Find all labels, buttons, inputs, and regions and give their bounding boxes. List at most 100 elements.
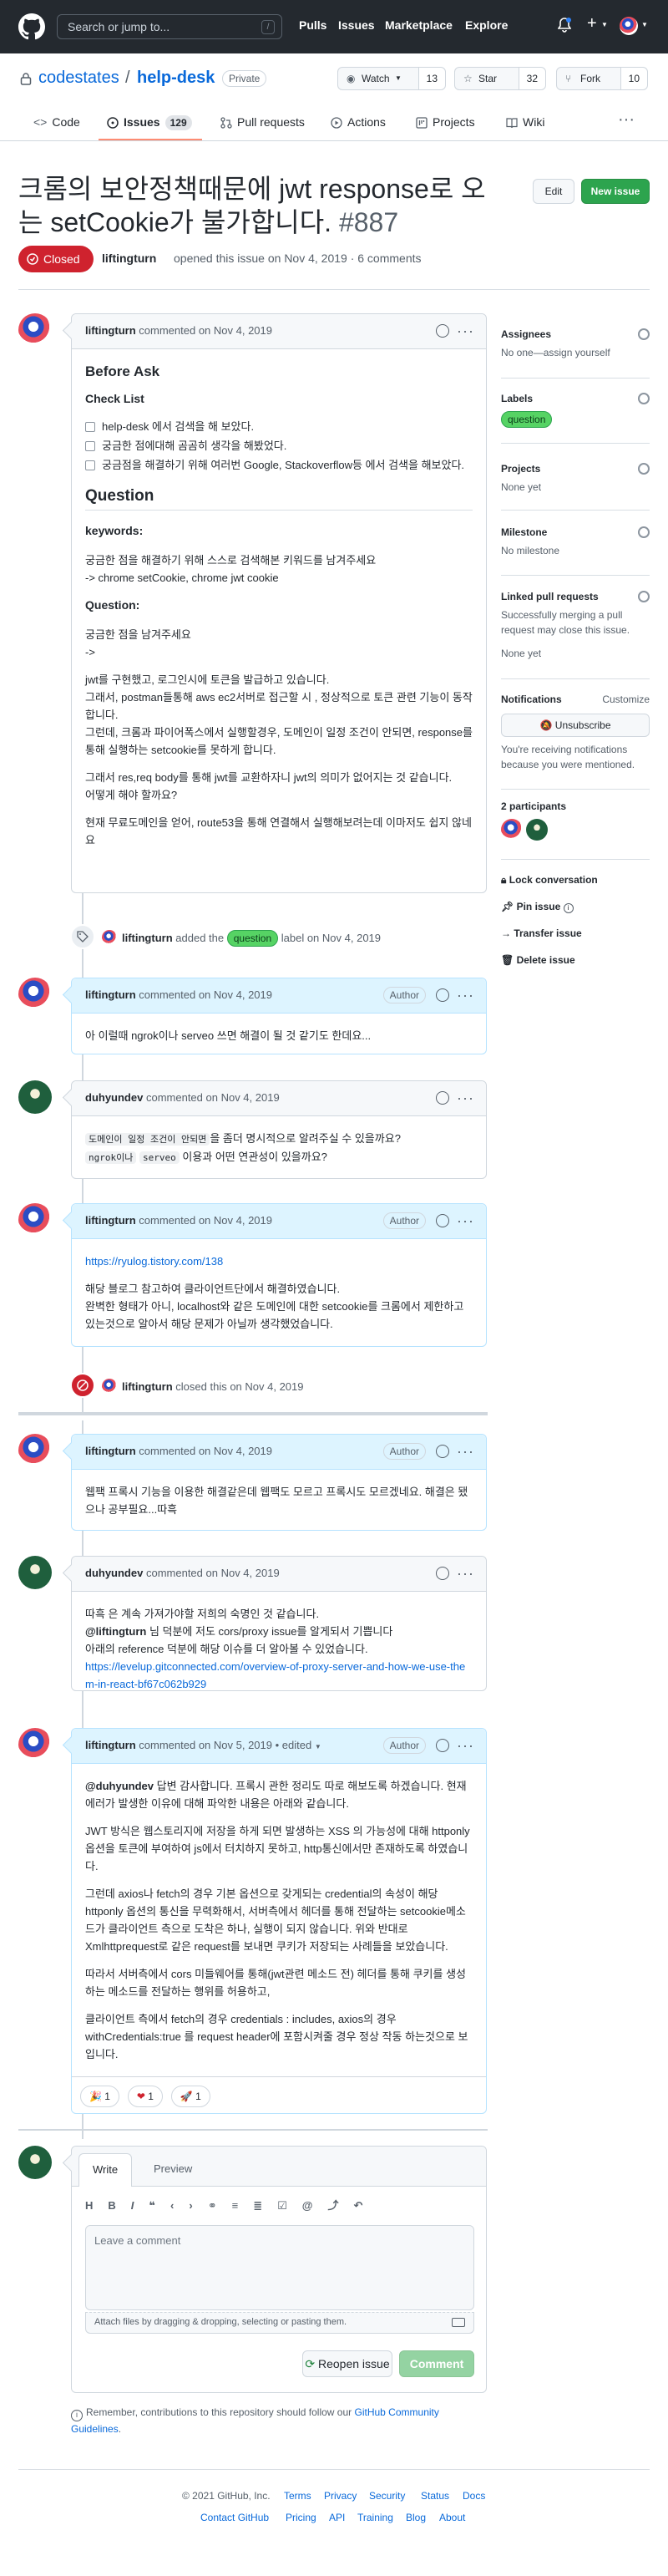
reference-link[interactable]: https://levelup.gitconnected.com/overvie… (85, 1660, 465, 1690)
footer-link-api[interactable]: API (329, 2512, 345, 2523)
add-reaction-icon[interactable] (436, 324, 449, 338)
mention-icon[interactable]: @ (302, 2199, 328, 2212)
comment-author[interactable]: liftingturn (85, 324, 136, 337)
unordered-list-icon[interactable]: ≡ (232, 2199, 254, 2212)
avatar[interactable] (18, 1080, 52, 1114)
footer-link-contact[interactable]: Contact GitHub (200, 2512, 269, 2523)
write-tab[interactable]: Write (78, 2153, 133, 2187)
repo-owner-link[interactable]: codestates (38, 69, 119, 88)
gear-icon[interactable] (638, 591, 650, 602)
fork-button[interactable]: ⑂ Fork 10 (556, 67, 648, 90)
nav-explore[interactable]: Explore (465, 18, 508, 32)
reaction-tada[interactable]: 🎉 1 (80, 2086, 119, 2107)
bold-icon[interactable]: B (108, 2199, 130, 2212)
footer-link-pricing[interactable]: Pricing (286, 2512, 316, 2523)
preview-tab[interactable]: Preview (147, 2153, 199, 2185)
reply-icon[interactable]: ↶ (353, 2199, 377, 2212)
chevron-down-icon[interactable]: ▼ (601, 21, 608, 28)
tab-wiki[interactable]: Wiki (506, 115, 544, 129)
sidebar-milestone[interactable]: Milestone No milestone (501, 526, 650, 558)
participant-avatar[interactable] (525, 819, 548, 841)
repo-name-link[interactable]: help-desk (137, 69, 215, 88)
avatar[interactable] (102, 1379, 117, 1394)
nav-marketplace[interactable]: Marketplace (385, 18, 453, 32)
comment-kebab-icon[interactable]: ··· (457, 1729, 474, 1762)
checklist-item[interactable]: 궁금점을 해결하기 위해 여러번 Google, Stackoverflow등 … (85, 456, 473, 474)
ordered-list-icon[interactable]: ≣ (253, 2199, 277, 2212)
gear-icon[interactable] (638, 328, 650, 340)
reaction-heart[interactable]: ❤ 1 (127, 2086, 163, 2107)
add-reaction-icon[interactable] (436, 1091, 449, 1105)
star-button[interactable]: ☆ Star 32 (454, 67, 546, 90)
footer-link-blog[interactable]: Blog (406, 2512, 426, 2523)
link-icon[interactable]: ⚭ (208, 2199, 232, 2212)
participant-avatar[interactable] (501, 819, 523, 841)
bell-icon[interactable] (558, 18, 571, 33)
checklist-item[interactable]: help-desk 에서 검색을 해 보았다. (85, 418, 473, 435)
tab-pull-requests[interactable]: Pull requests (220, 115, 305, 129)
avatar[interactable] (18, 1203, 52, 1237)
comment-author[interactable]: liftingturn (85, 988, 136, 1001)
comment-author[interactable]: duhyundev (85, 1567, 143, 1579)
comment-kebab-icon[interactable]: ··· (457, 1081, 474, 1115)
avatar[interactable] (18, 1434, 52, 1467)
blog-link[interactable]: https://ryulog.tistory.com/138 (85, 1255, 223, 1268)
search-input[interactable]: Search or jump to... / (57, 14, 282, 39)
add-reaction-icon[interactable] (436, 988, 449, 1002)
checkbox[interactable] (85, 460, 95, 470)
sidebar-projects[interactable]: Projects None yet (501, 463, 650, 495)
footer-link-security[interactable]: Security (369, 2490, 405, 2502)
heading-icon[interactable]: H (85, 2199, 108, 2212)
comment-author[interactable]: duhyundev (85, 1091, 143, 1104)
chevron-down-icon[interactable]: ▼ (641, 21, 648, 28)
add-reaction-icon[interactable] (436, 1567, 449, 1580)
nav-pulls[interactable]: Pulls (299, 18, 326, 32)
comment-kebab-icon[interactable]: ··· (457, 1204, 474, 1237)
footer-link-status[interactable]: Status (421, 2490, 449, 2502)
footer-link-training[interactable]: Training (357, 2512, 393, 2523)
lock-conversation-button[interactable]: 🔒︎ Lock conversation (501, 874, 598, 887)
new-issue-button[interactable]: New issue (581, 179, 650, 204)
comment-kebab-icon[interactable]: ··· (457, 978, 474, 1012)
pin-issue-button[interactable]: 📌︎ Pin issue i (501, 901, 574, 913)
add-reaction-icon[interactable] (436, 1445, 449, 1458)
issue-author-link[interactable]: liftingturn (102, 252, 156, 265)
customize-link[interactable]: Customize (602, 694, 650, 705)
user-avatar[interactable] (620, 17, 638, 35)
question-label-badge[interactable]: question (501, 411, 553, 428)
avatar[interactable] (102, 930, 117, 945)
task-list-icon[interactable]: ☑ (277, 2199, 302, 2212)
tab-code[interactable]: <> Code (33, 115, 80, 129)
avatar[interactable] (18, 313, 52, 347)
add-reaction-icon[interactable] (436, 1214, 449, 1227)
add-reaction-icon[interactable] (436, 1739, 449, 1752)
user-mention[interactable]: @duhyundev (85, 1780, 154, 1792)
gear-icon[interactable] (638, 526, 650, 538)
footer-link-docs[interactable]: Docs (463, 2490, 485, 2502)
sidebar-linked-pull-requests[interactable]: Linked pull requests Successfully merging… (501, 591, 650, 661)
avatar[interactable] (18, 1728, 52, 1761)
sidebar-labels[interactable]: Labels question (501, 393, 650, 428)
user-mention[interactable]: @liftingturn (85, 1625, 146, 1638)
comment-author[interactable]: liftingturn (85, 1445, 136, 1457)
attach-files-bar[interactable]: Attach files by dragging & dropping, sel… (85, 2312, 474, 2334)
more-tabs-kebab-icon[interactable]: ··· (618, 110, 635, 130)
footer-link-privacy[interactable]: Privacy (324, 2490, 357, 2502)
tab-issues[interactable]: Issues 129 (107, 115, 192, 130)
footer-link-about[interactable]: About (439, 2512, 465, 2523)
checkbox[interactable] (85, 421, 95, 432)
watch-button[interactable]: ◉ Watch ▼ 13 (337, 67, 446, 90)
comment-button[interactable]: Comment (399, 2350, 474, 2377)
tab-actions[interactable]: Actions (331, 115, 386, 129)
checklist-item[interactable]: 궁금한 점에대해 곰곰히 생각을 해봤었다. (85, 437, 473, 455)
tab-projects[interactable]: Projects (416, 115, 475, 129)
avatar[interactable] (18, 2146, 52, 2179)
comment-kebab-icon[interactable]: ··· (457, 1557, 474, 1590)
github-logo-icon[interactable] (18, 13, 45, 40)
footer-link-terms[interactable]: Terms (284, 2490, 311, 2502)
code-icon[interactable]: ‹› (170, 2199, 208, 2212)
nav-issues[interactable]: Issues (338, 18, 375, 32)
reference-icon[interactable]: ⤴ (327, 2199, 353, 2212)
unsubscribe-button[interactable]: 🔕 Unsubscribe (501, 714, 650, 737)
gear-icon[interactable] (638, 393, 650, 404)
